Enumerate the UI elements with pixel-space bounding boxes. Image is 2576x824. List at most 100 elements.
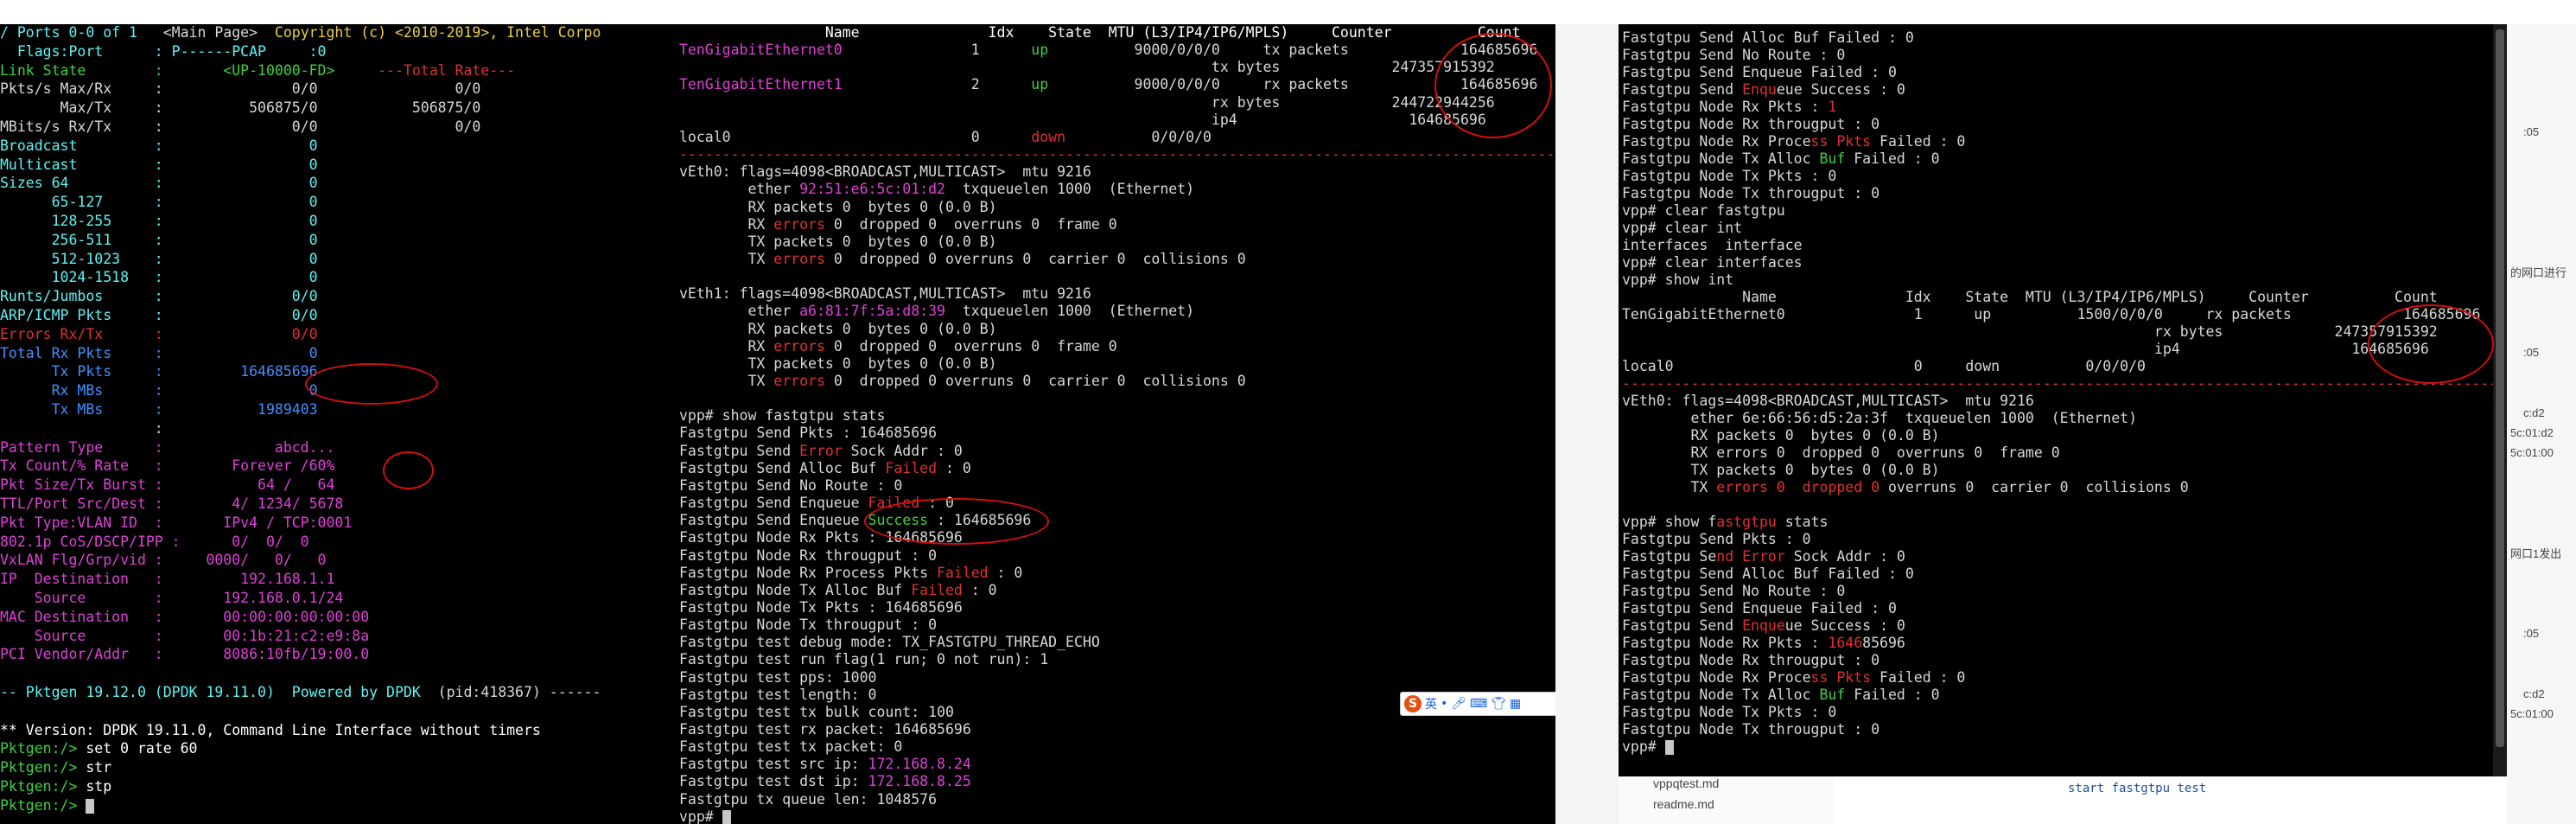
terminal-text: txqueuelen 1000 (Ethernet) bbox=[945, 303, 1195, 320]
terminal-line: Name Idx State MTU (L3/IP4/IP6/MPLS) Cou… bbox=[1622, 289, 2438, 306]
terminal-text: Fastgtpu Node Tx througput : 0 bbox=[679, 616, 938, 634]
ime-punct-icon[interactable]: • bbox=[1441, 697, 1447, 711]
terminal-line: Fastgtpu test rx packet: 164685696 bbox=[679, 721, 971, 738]
terminal-text: / Ports 0-0 of 1 bbox=[0, 24, 163, 41]
side-snippet: :05 bbox=[2523, 346, 2540, 359]
terminal-line: Pkt Size/Tx Burst : 64 / 64 bbox=[0, 476, 334, 494]
file-item[interactable]: readme.md bbox=[1653, 797, 1714, 811]
file-list: vppqtest.md readme.md bbox=[1619, 776, 1835, 824]
terminal-line: VxLAN Flg/Grp/vid : 0000/ 0/ 0 bbox=[0, 552, 327, 569]
vpp-terminal-right[interactable]: Fastgtpu Send Alloc Buf Failed : 0 Fastgt… bbox=[1619, 24, 2493, 776]
terminal-line: 128-255 : 0 bbox=[0, 213, 318, 230]
terminal-text: Sizes 64 : 0 bbox=[0, 175, 318, 192]
terminal-line: Name Idx State MTU (L3/IP4/IP6/MPLS) Cou… bbox=[679, 24, 1521, 42]
ime-logo-icon[interactable]: S bbox=[1404, 695, 1422, 712]
terminal-text: vpp# show f bbox=[1622, 514, 1717, 530]
terminal-line: vpp# show fastgtpu stats bbox=[1622, 514, 1828, 531]
terminal-line: Pkt Type:VLAN ID : IPv4 / TCP:0001 bbox=[0, 514, 352, 532]
terminal-text: vpp# show int bbox=[1622, 271, 1734, 288]
terminal-text: Fastgtpu Send bbox=[1622, 81, 1743, 98]
terminal-line: ether 92:51:e6:5c:01:d2 txqueuelen 1000 … bbox=[679, 181, 1194, 198]
toolbox-icon[interactable]: ▦ bbox=[1510, 697, 1521, 711]
terminal-line: Fastgtpu Send Enqueue Success : 16468569… bbox=[679, 512, 1031, 529]
terminal-line: Total Rx Pkts : 0 bbox=[0, 345, 318, 362]
terminal-text: Fastgtpu Send No Route : 0 bbox=[1622, 47, 1846, 63]
terminal-text: errors bbox=[773, 215, 825, 233]
terminal-text: Fastgtpu Send Enqueue bbox=[679, 495, 868, 512]
terminal-line: Rx MBs : 0 bbox=[0, 382, 318, 399]
terminal-text: RX packets 0 bytes 0 (0.0 B) bbox=[679, 198, 997, 215]
terminal-text: Fastgtpu test tx packet: 0 bbox=[679, 738, 903, 756]
keyboard-icon[interactable]: ⌨ bbox=[1470, 697, 1487, 711]
skin-icon[interactable]: 👕︎ bbox=[1491, 697, 1506, 711]
terminal-text: Fastgtpu Node Rx Pkts : bbox=[1622, 635, 1829, 651]
terminal-line: vpp# clear fastgtpu bbox=[1622, 202, 1785, 220]
terminal-line: Fastgtpu Node Rx Pkts : 164685696 bbox=[1622, 635, 1905, 652]
terminal-line: Pktgen:/> stp bbox=[0, 778, 111, 795]
terminal-line: Tx Pkts : 164685696 bbox=[0, 363, 318, 380]
terminal-line: ether 6e:66:56:d5:2a:3f txqueuelen 1000 … bbox=[1622, 410, 2137, 427]
side-snippet: 5c:01:00 bbox=[2510, 446, 2554, 459]
pktgen-terminal[interactable]: / Ports 0-0 of 1 <Main Page> Copyright (… bbox=[0, 24, 676, 824]
terminal-line: ether a6:81:7f:5a:d8:39 txqueuelen 1000 … bbox=[679, 303, 1194, 320]
terminal-text: vEth1: flags=4098<BROADCAST,MULTICAST> m… bbox=[679, 285, 1091, 303]
terminal-text: errors bbox=[773, 250, 825, 267]
terminal-text: ----------------------------------------… bbox=[1622, 375, 2493, 392]
terminal-text: rx bytes 244722944256 bbox=[679, 93, 1495, 111]
terminal-line: TenGigabitEthernet0 1 up 1500/0/0/0 rx p… bbox=[1622, 306, 2480, 323]
terminal-line: Source : 00:1b:21:c2:e9:8a bbox=[0, 628, 369, 645]
terminal-text: vpp# show fastgtpu stats bbox=[679, 407, 886, 425]
terminal-text: Pktgen:/> bbox=[0, 778, 86, 795]
terminal-text: Fastgtpu Send Alloc Buf Failed : 0 bbox=[1622, 565, 1914, 582]
terminal-scrollbar[interactable] bbox=[2493, 24, 2507, 776]
terminal-line: vEth1: flags=4098<BROADCAST,MULTICAST> m… bbox=[679, 285, 1091, 303]
terminal-text: 802.1p CoS/DSCP/IPP : 0/ 0/ 0 bbox=[0, 533, 309, 550]
ime-lang-toggle[interactable]: 英 bbox=[1425, 695, 1437, 712]
terminal-line: ARP/ICMP Pkts : 0/0 bbox=[0, 307, 318, 324]
terminal-text: RX packets 0 bytes 0 (0.0 B) bbox=[1622, 427, 1940, 444]
terminal-line: Max/Tx : 506875/0 506875/0 bbox=[0, 99, 481, 117]
scrollbar-thumb[interactable] bbox=[2496, 29, 2504, 747]
terminal-text: Fastgtpu Send No Route : 0 bbox=[679, 476, 903, 494]
terminal-text: Fastgtpu Node Tx Alloc Buf bbox=[679, 581, 912, 598]
terminal-text: 1646 bbox=[1828, 635, 1863, 651]
terminal-text: vpp# clear int bbox=[1622, 220, 1743, 236]
terminal-line: Fastgtpu Send Pkts : 0 bbox=[1622, 531, 1811, 548]
terminal-text: tx bytes 247357915392 bbox=[679, 59, 1495, 76]
terminal-line: Pktgen:/> str bbox=[0, 759, 111, 776]
terminal-text: IP Destination : 192.168.1.1 bbox=[0, 571, 335, 588]
microphone-icon[interactable]: 🎤︎ bbox=[1451, 697, 1466, 711]
terminal-text: ue Success : 0 bbox=[1784, 617, 1905, 634]
terminal-text: vEth0: flags=4098<BROADCAST,MULTICAST> m… bbox=[1622, 393, 2034, 409]
ime-toolbar[interactable]: S 英 • 🎤︎ ⌨ 👕︎ ▦ bbox=[1400, 692, 1562, 716]
terminal-line: Fastgtpu Node Tx througput : 0 bbox=[1622, 185, 1880, 202]
terminal-text: Pkt Size/Tx Burst : 64 / 64 bbox=[0, 476, 335, 494]
terminal-text: Buf bbox=[1819, 687, 1846, 703]
terminal-text: Fastgtpu test rx packet: 164685696 bbox=[679, 721, 971, 738]
terminal-text: 92:51:e6:5c:01:d2 bbox=[799, 181, 945, 198]
terminal-text: Fastgtpu test run flag(1 run; 0 not run)… bbox=[679, 651, 1049, 668]
terminal-text: str bbox=[86, 759, 112, 776]
terminal-line: local0 0 down 0/0/0/0 bbox=[679, 129, 1212, 146]
terminal-line: vEth0: flags=4098<BROADCAST,MULTICAST> m… bbox=[679, 163, 1091, 181]
terminal-line: Pattern Type : abcd... bbox=[0, 439, 334, 457]
terminal-line: Fastgtpu Node Rx througput : 0 bbox=[679, 547, 937, 565]
file-item[interactable]: vppqtest.md bbox=[1653, 776, 1719, 790]
terminal-text: local0 0 bbox=[679, 128, 1032, 145]
terminal-line: Fastgtpu Send No Route : 0 bbox=[679, 477, 902, 495]
terminal-text: Fastgtpu Node Rx througput : 0 bbox=[679, 546, 938, 564]
background-editor bbox=[2507, 24, 2576, 824]
terminal-text: Tx Count/% Rate : Forever /60% bbox=[0, 457, 335, 475]
terminal-text: Broadcast : 0 bbox=[0, 137, 318, 154]
terminal-text: Runts/Jumbos : 0/0 bbox=[0, 288, 318, 305]
terminal-line: vpp# show fastgtpu stats bbox=[679, 407, 885, 425]
terminal-line: Fastgtpu Node Tx Pkts : 0 bbox=[1622, 704, 1836, 721]
terminal-text: : 0 bbox=[937, 459, 971, 476]
code-line: start fastgtpu test bbox=[2068, 782, 2207, 795]
terminal-line: IP Destination : 192.168.1.1 bbox=[0, 571, 334, 588]
terminal-text: stats bbox=[1776, 514, 1829, 530]
terminal-text: Fastgtpu test dst ip: bbox=[679, 773, 868, 790]
terminal-text: Sock Addr : 0 bbox=[842, 442, 963, 459]
terminal-line: RX errors 0 dropped 0 overruns 0 frame 0 bbox=[1622, 444, 2059, 462]
terminal-line: Flags:Port : P------PCAP :0 bbox=[0, 43, 327, 61]
